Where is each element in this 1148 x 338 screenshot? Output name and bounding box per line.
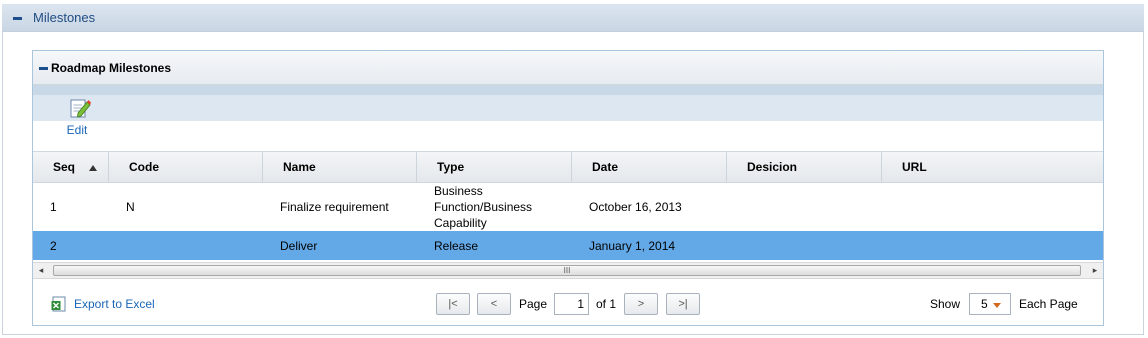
collapse-icon[interactable] [13, 17, 22, 20]
table-row[interactable]: 1 N Finalize requirement Business Functi… [33, 183, 1103, 230]
roadmap-milestones-panel: Roadmap Milestones Edit Seq Code Name Ty… [32, 50, 1104, 326]
sort-ascending-icon [89, 164, 98, 171]
grid-footer: Export to Excel |< < Page 1 of 1 > >| Sh… [33, 279, 1103, 325]
table-row-selected[interactable]: 2 Deliver Release January 1, 2014 [33, 231, 1103, 260]
column-header-seq[interactable]: Seq [33, 152, 109, 182]
horizontal-scrollbar[interactable]: ◂ III ▸ [33, 262, 1103, 279]
cell-name: Deliver [280, 238, 318, 253]
section-title: Milestones [33, 10, 96, 25]
page-label: Page [519, 297, 548, 311]
column-header-url[interactable]: URL [882, 152, 1103, 182]
cell-seq: 1 [50, 199, 57, 214]
cell-url [882, 183, 1103, 230]
cell-date: October 16, 2013 [589, 199, 682, 214]
cell-seq: 2 [50, 238, 57, 253]
scrollbar-thumb[interactable]: III [53, 265, 1081, 276]
column-header-name[interactable]: Name [263, 152, 417, 182]
cell-type: Business Function/Business Capability [434, 183, 533, 230]
page-number-input[interactable]: 1 [554, 293, 589, 315]
next-page-button[interactable]: > [624, 293, 658, 315]
each-page-label: Each Page [1019, 297, 1078, 311]
cell-code: N [126, 199, 135, 214]
dropdown-arrow-icon [993, 303, 1001, 308]
toolbar-band [33, 95, 1103, 121]
cell-decision [727, 231, 882, 260]
column-header-code[interactable]: Code [109, 152, 263, 182]
cell-type: Release [434, 238, 479, 253]
column-header-date[interactable]: Date [572, 152, 727, 182]
grid-header: Seq Code Name Type Date Desicion URL [33, 151, 1103, 183]
toolbar-band [33, 121, 1103, 151]
milestones-section-header[interactable]: Milestones [2, 4, 1144, 32]
page-count: of 1 [596, 297, 617, 311]
export-to-excel-link[interactable]: Export to Excel [51, 296, 155, 312]
panel-header[interactable]: Roadmap Milestones [33, 51, 1103, 85]
toolbar-band [33, 85, 1103, 95]
show-label: Show [930, 297, 961, 311]
edit-label: Edit [66, 123, 88, 137]
page-size-select[interactable]: 5 [969, 293, 1011, 315]
collapse-icon[interactable] [39, 67, 48, 70]
edit-icon [70, 99, 91, 118]
panel-title: Roadmap Milestones [51, 61, 172, 75]
cell-name: Finalize requirement [280, 199, 389, 214]
export-label: Export to Excel [74, 297, 155, 311]
column-header-decision[interactable]: Desicion [727, 152, 882, 182]
scroll-left-icon[interactable]: ◂ [33, 263, 49, 278]
edit-button[interactable]: Edit [59, 95, 95, 141]
first-page-button[interactable]: |< [436, 293, 470, 315]
cell-code [109, 231, 263, 260]
cell-date: January 1, 2014 [589, 238, 676, 253]
last-page-button[interactable]: >| [666, 293, 700, 315]
cell-decision [727, 183, 882, 230]
previous-page-button[interactable]: < [477, 293, 511, 315]
scroll-right-icon[interactable]: ▸ [1087, 263, 1103, 278]
cell-url [882, 231, 1103, 260]
excel-icon [51, 296, 66, 312]
column-header-type[interactable]: Type [417, 152, 572, 182]
